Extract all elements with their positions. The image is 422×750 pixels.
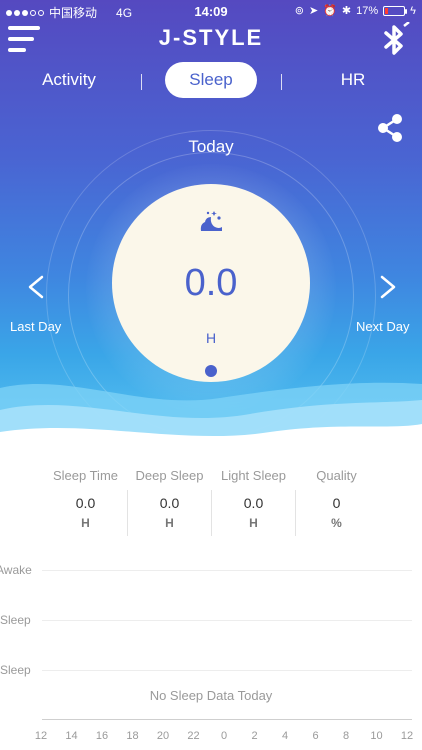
empty-chart-message: No Sleep Data Today (149, 688, 273, 703)
chart-x-axis (42, 719, 412, 720)
sleep-stats: Sleep Time 0.0 H Deep Sleep 0.0 H Light … (44, 468, 378, 540)
chart-x-tick: 2 (251, 730, 258, 742)
stat-quality: Quality 0 % (295, 468, 378, 530)
chart-x-tick: 10 (370, 730, 383, 742)
chart-gridline (42, 670, 412, 671)
chart-row-label: Sleep (0, 613, 31, 627)
tab-hr[interactable]: HR (304, 62, 402, 98)
chart-gridline (42, 620, 412, 621)
stat-value: 0.0 (75, 495, 96, 511)
last-day-button[interactable]: Last Day (10, 319, 61, 334)
battery-icon (383, 5, 408, 16)
chevron-right-icon[interactable] (376, 273, 400, 301)
stat-value: 0 (332, 495, 341, 511)
chart-x-tick: 8 (342, 730, 350, 742)
chart-x-tick: 12 (34, 730, 48, 742)
chart-x-tick: 16 (95, 730, 109, 742)
chart-x-tick: 18 (126, 730, 139, 742)
tab-activity[interactable]: Activity (20, 62, 118, 98)
stat-unit: H (165, 516, 174, 530)
chart-row-label: Awake (0, 563, 32, 577)
chart-row-label: Sleep (0, 663, 31, 677)
tab-sleep[interactable]: Sleep (165, 62, 257, 98)
sleep-hours-unit: H (205, 330, 217, 346)
charging-icon: ϟ (410, 4, 416, 17)
stat-value: 0.0 (159, 495, 180, 511)
stat-unit: H (249, 516, 258, 530)
stat-label: Light Sleep (220, 468, 287, 483)
stat-deep-sleep: Deep Sleep 0.0 H (128, 468, 211, 530)
brand-logo: J-STYLE (158, 25, 264, 50)
chart-x-tick: 20 (156, 730, 170, 742)
chart-x-tick: 12 (400, 730, 414, 742)
decorative-waves (0, 382, 422, 445)
stat-unit: H (81, 516, 90, 530)
tab-divider (141, 74, 142, 90)
moon-sleep-icon (197, 207, 225, 235)
chart-x-tick: 4 (281, 730, 289, 742)
stat-label: Deep Sleep (135, 468, 204, 483)
tab-divider (281, 74, 282, 90)
stat-label: Sleep Time (52, 468, 119, 483)
sleep-hero-panel: 中国移动 4G 14:09 ⊚ ➤ ⏰ ✱ 17% ϟ J-STYLE Acti… (0, 0, 422, 445)
chart-gridline (42, 570, 412, 571)
status-bar: 中国移动 4G 14:09 ⊚ ➤ ⏰ ✱ 17% ϟ (0, 0, 422, 22)
sleep-hours-value: 0.0 (184, 262, 238, 304)
tab-bar: Activity Sleep HR (0, 62, 422, 100)
chart-x-tick: 6 (312, 730, 319, 742)
chart-x-tick: 0 (220, 730, 228, 742)
battery-label: 17% (356, 4, 379, 17)
next-day-button[interactable]: Next Day (356, 319, 409, 334)
bluetooth-status-icon: ✱ (341, 5, 352, 17)
stat-unit: % (331, 516, 342, 530)
alarm-icon: ⏰ (323, 5, 337, 17)
stat-value: 0.0 (243, 495, 264, 511)
lock-rotation-icon: ⊚ (294, 5, 304, 17)
stat-light-sleep: Light Sleep 0.0 H (212, 468, 295, 530)
chevron-left-icon[interactable] (24, 273, 48, 301)
chart-x-tick: 14 (65, 730, 78, 742)
stat-label: Quality (316, 468, 357, 483)
stat-sleep-time: Sleep Time 0.0 H (44, 468, 127, 530)
location-icon: ➤ (309, 5, 319, 17)
chart-x-tick: 22 (187, 730, 200, 742)
bluetooth-icon[interactable] (376, 21, 412, 58)
